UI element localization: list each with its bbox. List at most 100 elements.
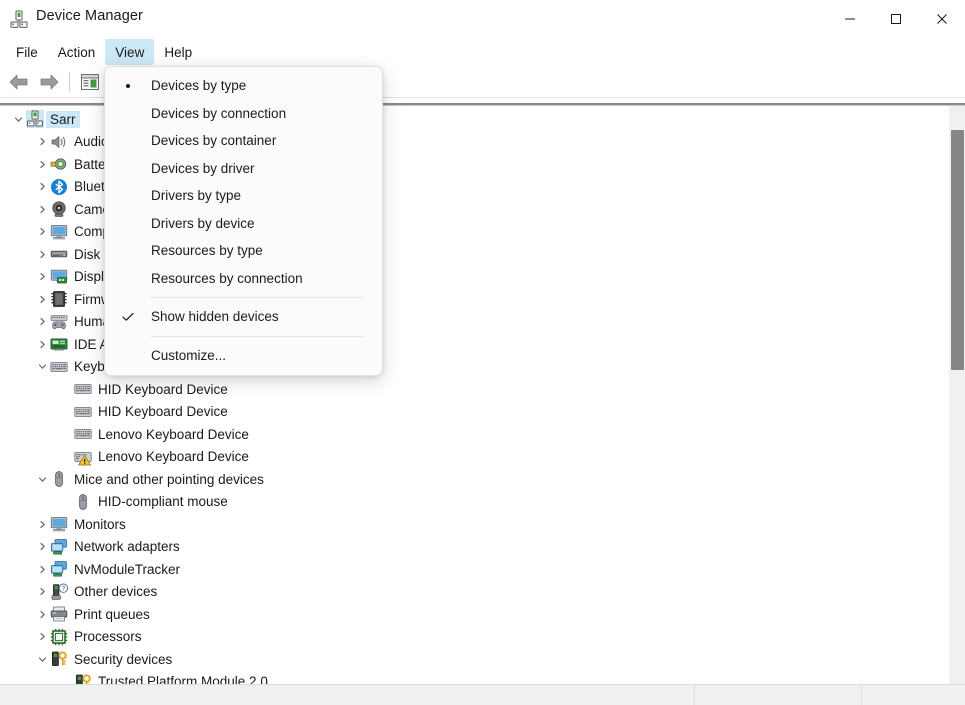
device-manager-window: Device Manager File Action View Help Sar… [0, 0, 965, 705]
processor-icon [50, 628, 68, 646]
chevron-right-icon[interactable] [34, 266, 50, 288]
chevron-right-icon[interactable] [34, 131, 50, 153]
tree-item[interactable]: Processors [0, 626, 946, 649]
view-menu-item[interactable]: Resources by connection [105, 265, 382, 293]
chevron-right-icon[interactable] [34, 198, 50, 220]
tree-item-label: Network adapters [74, 539, 180, 555]
tree-item-label: Other devices [74, 584, 158, 600]
chevron-right-icon[interactable] [34, 243, 50, 265]
chevron-down-icon[interactable] [34, 648, 50, 670]
status-pane-2 [695, 685, 862, 705]
mouse-icon [74, 493, 92, 511]
tree-item-label: Monitors [74, 516, 126, 532]
security-device-icon [74, 673, 92, 684]
view-menu-item[interactable]: Devices by driver [105, 155, 382, 183]
show-hide-console-tree-button[interactable] [75, 68, 105, 96]
tree-item-label: Lenovo Keyboard Device [98, 449, 249, 465]
tree-item[interactable]: HID Keyboard Device [0, 401, 946, 424]
chevron-right-icon[interactable] [34, 558, 50, 580]
chevron-right-icon[interactable] [34, 581, 50, 603]
view-menu-item[interactable]: Devices by type [105, 72, 382, 100]
security-device-icon [50, 650, 68, 668]
keyboard-icon [74, 425, 92, 443]
chevron-right-icon[interactable] [34, 311, 50, 333]
window-controls [827, 0, 965, 38]
chevron-right-icon[interactable] [34, 626, 50, 648]
keyboard-icon [74, 380, 92, 398]
network-adapter-icon [50, 538, 68, 556]
tree-item[interactable]: Print queues [0, 603, 946, 626]
view-menu-item-label: Resources by connection [151, 270, 303, 286]
status-bar [0, 684, 965, 705]
tree-item-label: HID-compliant mouse [98, 494, 228, 510]
view-menu-item[interactable]: Devices by container [105, 127, 382, 155]
menu-help[interactable]: Help [154, 39, 202, 65]
unknown-device-icon: ? [50, 583, 68, 601]
tree-item[interactable]: HID Keyboard Device [0, 378, 946, 401]
chevron-right-icon[interactable] [34, 603, 50, 625]
chevron-down-icon[interactable] [34, 468, 50, 490]
tree-item-label: Print queues [74, 606, 150, 622]
close-button[interactable] [919, 0, 965, 38]
view-menu-item[interactable]: Customize... [105, 342, 382, 370]
chevron-right-icon[interactable] [34, 513, 50, 535]
device-manager-icon [9, 9, 29, 29]
scrollbar-thumb[interactable] [951, 130, 964, 370]
tree-item[interactable]: Network adapters [0, 536, 946, 559]
back-button[interactable] [4, 68, 34, 96]
chevron-right-icon[interactable] [34, 288, 50, 310]
chevron-right-icon[interactable] [34, 153, 50, 175]
monitor-icon [50, 223, 68, 241]
view-menu-item-label: Devices by type [151, 78, 247, 94]
chevron-right-icon[interactable] [34, 221, 50, 243]
chevron-down-icon[interactable] [34, 356, 50, 378]
maximize-button[interactable] [873, 0, 919, 38]
view-menu-item-label: Devices by driver [151, 160, 255, 176]
view-menu-item[interactable]: Drivers by type [105, 182, 382, 210]
view-menu-item[interactable]: Show hidden devices [105, 303, 382, 331]
toolbar-separator [69, 72, 70, 92]
tree-item[interactable]: Lenovo Keyboard Device [0, 446, 946, 469]
ide-controller-icon [50, 335, 68, 353]
chevron-right-icon[interactable] [34, 536, 50, 558]
menu-view[interactable]: View [105, 39, 155, 65]
view-menu-item[interactable]: Resources by type [105, 237, 382, 265]
menu-separator [151, 335, 364, 337]
console-tree-icon [81, 74, 99, 90]
tree-item[interactable]: Lenovo Keyboard Device [0, 423, 946, 446]
menu-action[interactable]: Action [48, 39, 106, 65]
tree-item[interactable]: Trusted Platform Module 2.0 [0, 671, 946, 684]
view-menu-item[interactable]: Drivers by device [105, 210, 382, 238]
tree-item[interactable]: Monitors [0, 513, 946, 536]
title-bar: Device Manager [0, 0, 965, 38]
chevron-right-icon[interactable] [34, 176, 50, 198]
vertical-scrollbar[interactable] [948, 106, 965, 684]
chevron-down-icon[interactable] [10, 108, 26, 130]
tree-item[interactable]: HID-compliant mouse [0, 491, 946, 514]
disk-icon [50, 245, 68, 263]
radio-bullet-icon [105, 83, 151, 88]
tree-item[interactable]: Security devices [0, 648, 946, 671]
mouse-icon [50, 470, 68, 488]
view-menu-item-label: Show hidden devices [151, 309, 279, 325]
menu-file[interactable]: File [6, 39, 48, 65]
tree-item-label: HID Keyboard Device [98, 404, 228, 420]
tree-item[interactable]: NvModuleTracker [0, 558, 946, 581]
check-icon [105, 312, 151, 322]
view-dropdown-menu: Devices by type Devices by connection Devi… [104, 66, 383, 376]
tree-item-label: Mice and other pointing devices [74, 471, 264, 487]
view-menu-item[interactable]: Devices by connection [105, 100, 382, 128]
keyboard-icon [50, 358, 68, 376]
tree-item[interactable]: Mice and other pointing devices [0, 468, 946, 491]
tree-item[interactable]: ? Other devices [0, 581, 946, 604]
minimize-button[interactable] [827, 0, 873, 38]
window-title: Device Manager [36, 8, 143, 24]
bluetooth-icon [50, 178, 68, 196]
forward-button[interactable] [34, 68, 64, 96]
chevron-right-icon[interactable] [34, 333, 50, 355]
